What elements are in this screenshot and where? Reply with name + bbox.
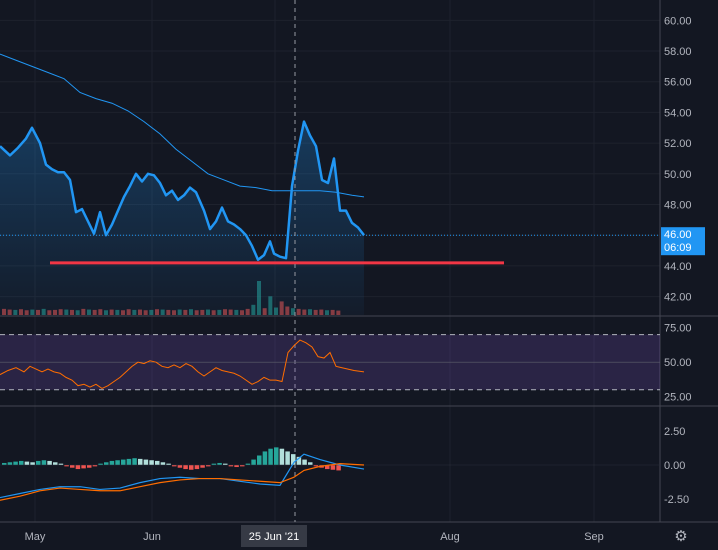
rsi-tick-label: 50.00 — [664, 357, 692, 369]
macd-histogram-bar — [41, 460, 47, 465]
macd-histogram-bar — [200, 465, 205, 468]
macd-histogram-bar — [81, 465, 86, 469]
macd-histogram-bar — [262, 451, 268, 465]
price-area — [0, 121, 364, 315]
y-tick-label: 48.00 — [664, 200, 692, 212]
macd-histogram-bar — [268, 448, 273, 465]
macd-histogram-bar — [87, 465, 92, 468]
macd-histogram-bar — [121, 459, 126, 465]
y-tick-label: 44.00 — [664, 261, 692, 273]
macd-tick-label: 0.00 — [664, 460, 685, 472]
macd-histogram-bar — [234, 465, 239, 468]
macd-histogram-bar — [104, 462, 109, 465]
macd-histogram-bar — [257, 455, 262, 465]
macd-histogram-bar — [143, 459, 149, 465]
macd-histogram-bar — [217, 462, 222, 465]
macd-histogram-bar — [149, 460, 154, 465]
macd-tick-label: 2.50 — [664, 426, 685, 438]
rsi-tick-label: 25.00 — [664, 392, 692, 404]
macd-histogram-bar — [285, 451, 290, 465]
macd-histogram-bar — [336, 465, 341, 471]
macd-histogram-bar — [279, 448, 285, 465]
macd-histogram-bar — [274, 447, 279, 465]
trading-chart[interactable]: 60.00 58.00 56.00 54.00 52.00 50.00 48.00 46.00… — [0, 0, 718, 550]
macd-histogram-bar — [24, 461, 30, 465]
y-tick-label: 54.00 — [664, 107, 692, 119]
macd-tick-label: -2.50 — [664, 494, 689, 506]
rsi-tick-label: 75.00 — [664, 323, 692, 335]
signal-line — [0, 463, 365, 501]
macd-histogram-bar — [194, 465, 200, 470]
macd-histogram-bar — [132, 458, 137, 465]
x-tick-label: Aug — [440, 531, 460, 543]
x-tick-label: Sep — [584, 531, 604, 543]
macd-histogram-bar — [183, 465, 188, 470]
countdown-label: 06:09 — [664, 242, 692, 254]
x-tick-label: Jun — [143, 531, 161, 543]
gear-icon[interactable]: ⚙ — [672, 528, 690, 546]
macd-histogram-bar — [330, 465, 336, 470]
macd-histogram-bar — [251, 459, 256, 465]
macd-histogram-bar — [19, 460, 24, 465]
macd-histogram-bar — [126, 458, 132, 465]
macd-histogram-bar — [138, 458, 143, 465]
macd-histogram-bar — [160, 462, 166, 465]
y-tick-label: 52.00 — [664, 138, 692, 150]
macd-histogram-bar — [189, 465, 194, 470]
last-price-label: 46.00 — [664, 229, 692, 241]
macd-histogram-bar — [302, 459, 307, 465]
macd-histogram-bar — [7, 462, 13, 465]
y-tick-label: 42.00 — [664, 292, 692, 304]
macd-histogram-bar — [13, 461, 18, 465]
macd-histogram-bar — [109, 460, 115, 465]
y-tick-label: 58.00 — [664, 46, 692, 58]
crosshair-date-label: 25 Jun '21 — [249, 531, 299, 543]
y-tick-label: 56.00 — [664, 77, 692, 89]
macd-histogram-bar — [70, 465, 75, 468]
macd-histogram-bar — [47, 460, 52, 465]
macd-histogram-bar — [2, 462, 7, 465]
macd-histogram-bar — [30, 462, 35, 465]
macd-histogram-bar — [36, 460, 41, 465]
x-tick-label: May — [25, 531, 46, 543]
y-tick-label: 50.00 — [664, 169, 692, 181]
macd-histogram-bar — [75, 465, 81, 470]
macd-histogram-bar — [53, 462, 58, 465]
macd-histogram-bar — [115, 460, 120, 465]
macd-histogram-bar — [155, 460, 160, 465]
y-tick-label: 60.00 — [664, 15, 692, 27]
macd-line — [0, 453, 365, 499]
macd-histogram — [2, 447, 341, 471]
macd-histogram-bar — [308, 462, 313, 465]
macd-histogram-bar — [177, 465, 183, 468]
